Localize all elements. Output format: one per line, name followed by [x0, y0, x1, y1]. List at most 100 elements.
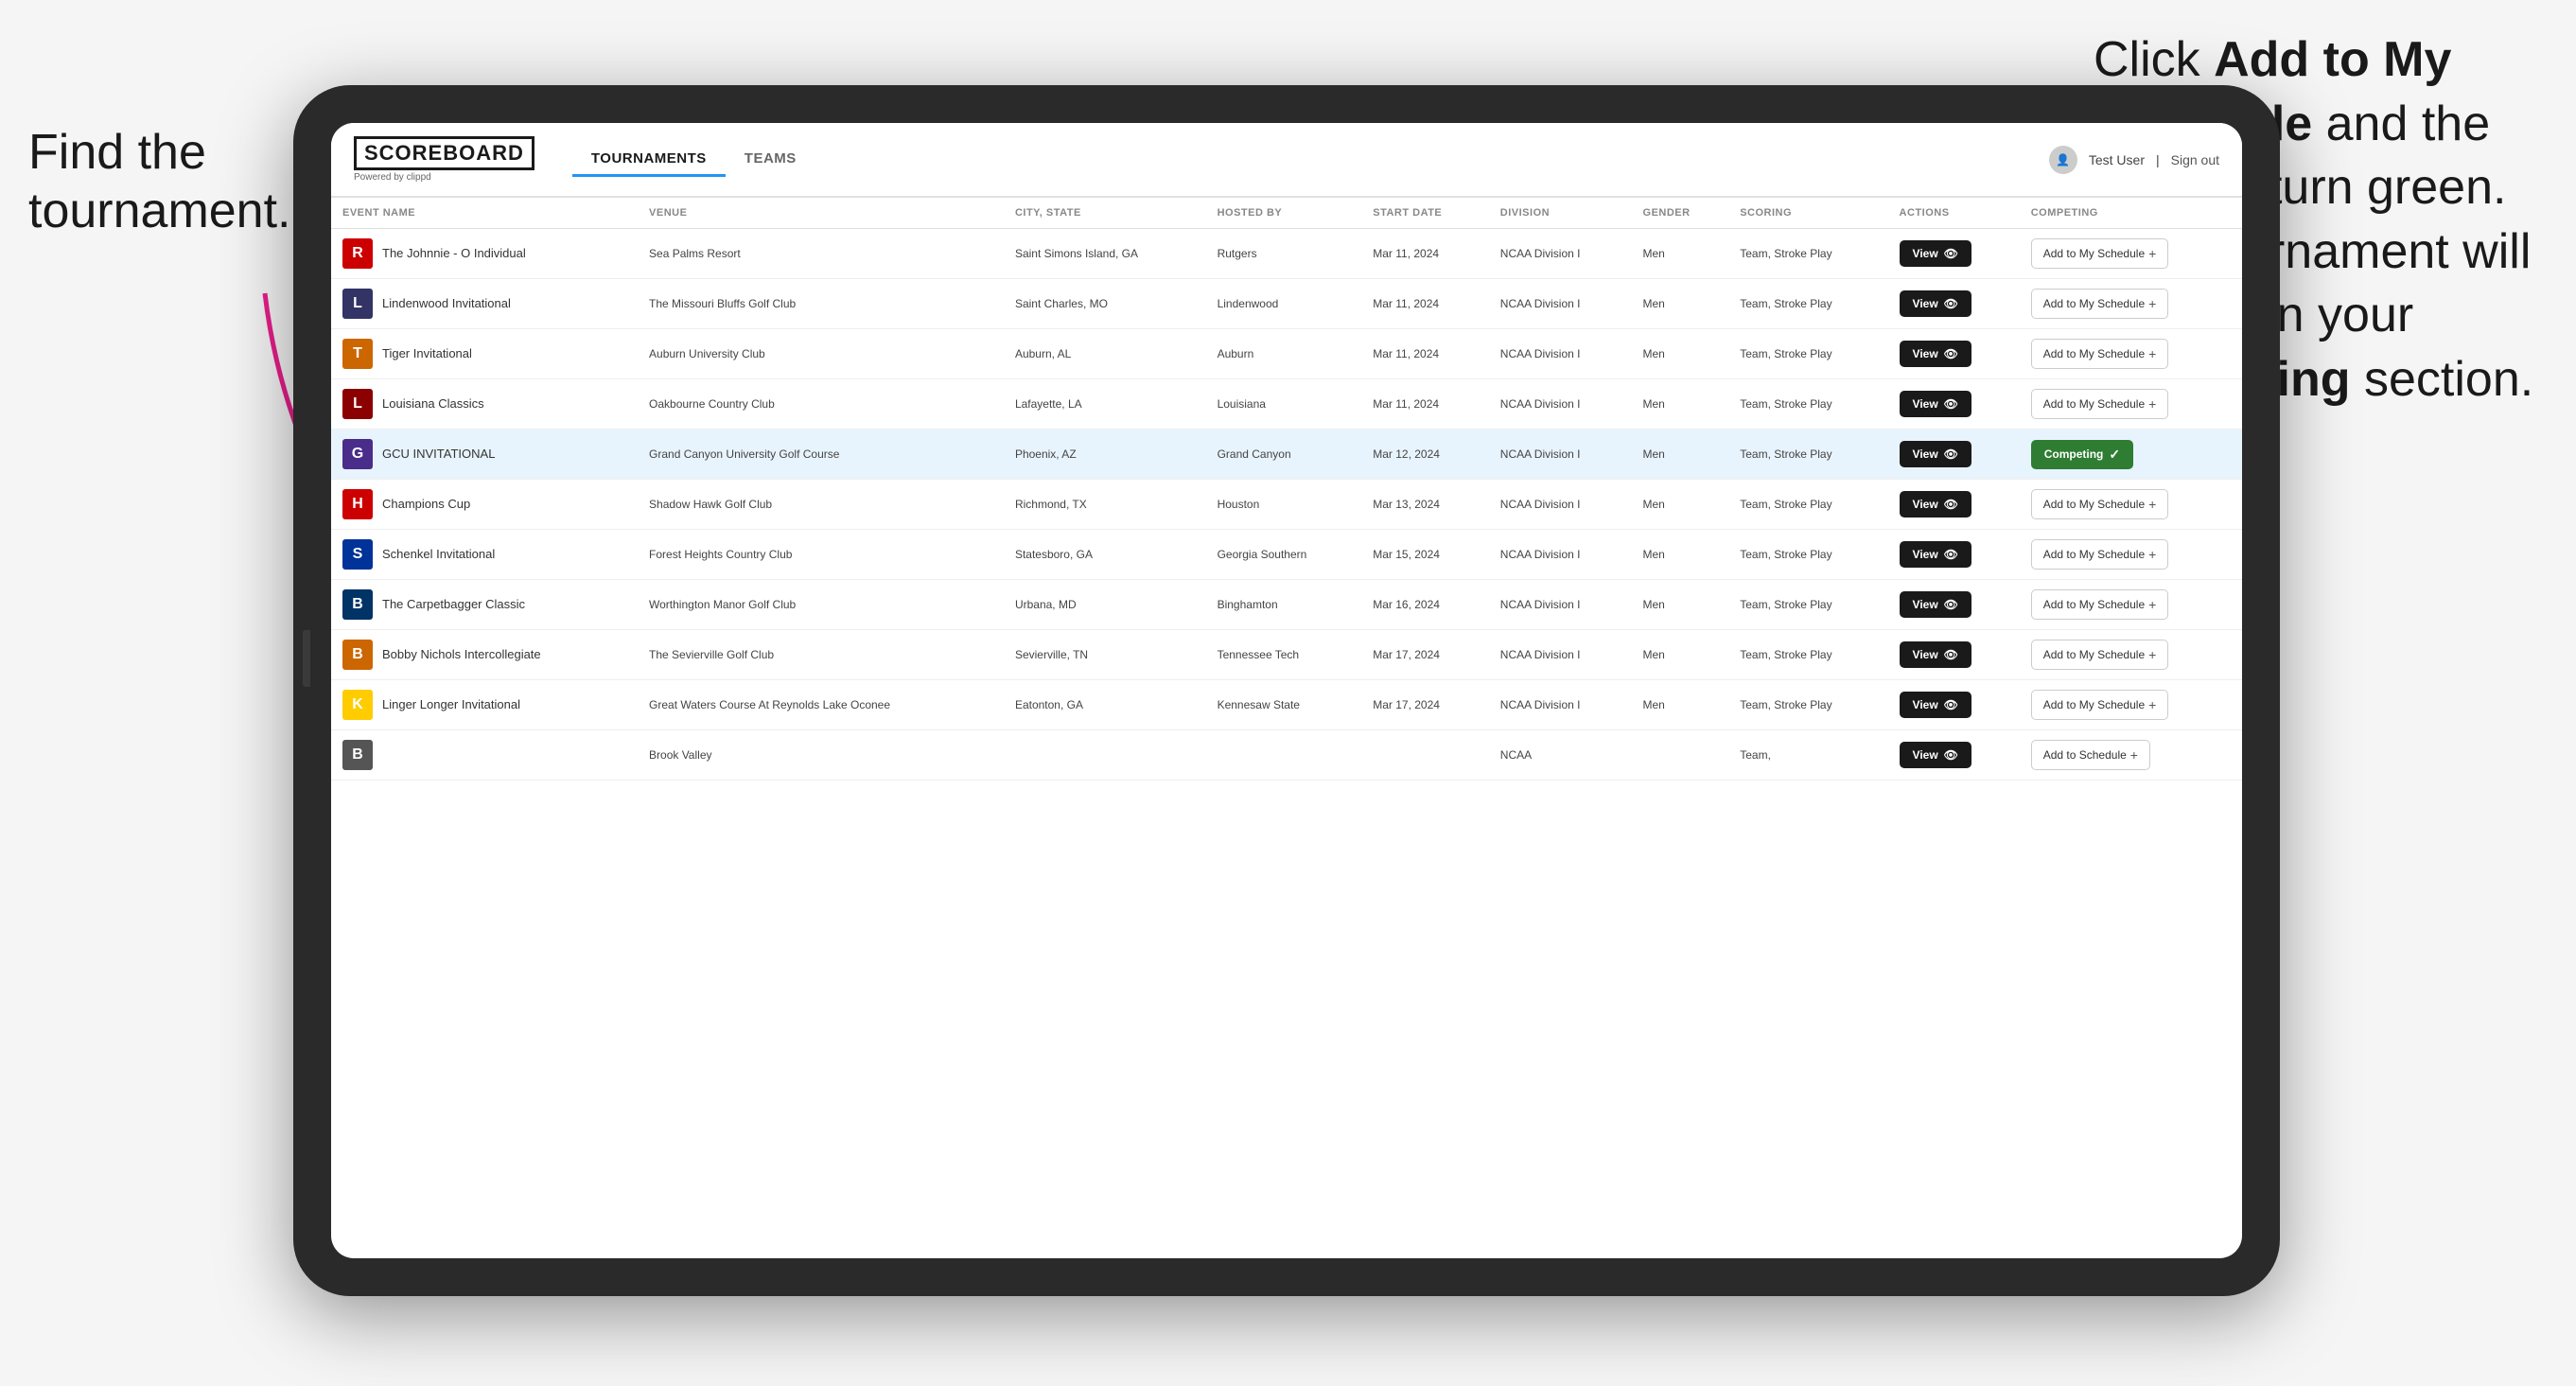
hosted-by: Louisiana: [1218, 397, 1266, 411]
division-cell: NCAA Division I: [1489, 480, 1632, 530]
view-label: View: [1913, 648, 1938, 661]
start-date: Mar 11, 2024: [1373, 397, 1439, 411]
col-event-name: EVENT NAME: [331, 198, 638, 229]
view-button[interactable]: View 👁: [1900, 591, 1971, 618]
separator: |: [2156, 152, 2160, 167]
left-annotation: Find the tournament.: [28, 123, 291, 241]
start-date-cell: Mar 11, 2024: [1361, 229, 1489, 279]
event-name-cell: S Schenkel Invitational: [331, 530, 638, 580]
table-row: L Lindenwood Invitational The Missouri B…: [331, 279, 2242, 329]
start-date-cell: Mar 17, 2024: [1361, 680, 1489, 730]
gender: Men: [1643, 247, 1665, 260]
eye-icon: 👁: [1944, 548, 1958, 561]
view-button[interactable]: View 👁: [1900, 692, 1971, 718]
scoring-cell: Team, Stroke Play: [1728, 329, 1887, 379]
start-date: Mar 12, 2024: [1373, 447, 1440, 461]
event-name: Louisiana Classics: [382, 396, 484, 412]
event-name-cell: B: [331, 730, 638, 781]
add-schedule-button[interactable]: Add to Schedule +: [2031, 740, 2150, 770]
venue-text: The Sevierville Golf Club: [649, 648, 774, 661]
view-button[interactable]: View 👁: [1900, 290, 1971, 317]
add-schedule-button[interactable]: Add to My Schedule +: [2031, 339, 2169, 369]
table-body: R The Johnnie - O Individual Sea Palms R…: [331, 229, 2242, 781]
competing-cell: Add to My Schedule +: [2020, 229, 2242, 279]
venue-text: Worthington Manor Golf Club: [649, 598, 796, 611]
add-schedule-button[interactable]: Add to My Schedule +: [2031, 238, 2169, 269]
actions-cell: View 👁: [1888, 379, 2020, 430]
scoring-cell: Team, Stroke Play: [1728, 430, 1887, 480]
event-name-cell: H Champions Cup: [331, 480, 638, 530]
start-date: Mar 11, 2024: [1373, 247, 1439, 260]
eye-icon: 👁: [1944, 247, 1958, 260]
eye-icon: 👁: [1944, 347, 1958, 360]
gender-cell: Men: [1632, 580, 1729, 630]
view-button[interactable]: View 👁: [1900, 341, 1971, 367]
division-cell: NCAA Division I: [1489, 430, 1632, 480]
table-row: H Champions Cup Shadow Hawk Golf ClubRic…: [331, 480, 2242, 530]
logo-sub: Powered by clippd: [354, 172, 534, 183]
tab-tournaments[interactable]: TOURNAMENTS: [572, 143, 726, 177]
sign-out-link[interactable]: Sign out: [2171, 152, 2219, 167]
view-label: View: [1913, 297, 1938, 310]
view-button[interactable]: View 👁: [1900, 491, 1971, 518]
division: NCAA Division I: [1500, 598, 1581, 611]
scoring: Team, Stroke Play: [1740, 447, 1831, 461]
hosted-by-cell: Houston: [1206, 480, 1362, 530]
add-schedule-button[interactable]: Add to My Schedule +: [2031, 539, 2169, 570]
view-button[interactable]: View 👁: [1900, 441, 1971, 467]
hosted-by: Georgia Southern: [1218, 548, 1307, 561]
add-schedule-button[interactable]: Add to My Schedule +: [2031, 589, 2169, 620]
eye-icon: 👁: [1944, 447, 1958, 461]
add-schedule-button[interactable]: Add to My Schedule +: [2031, 690, 2169, 720]
view-button[interactable]: View 👁: [1900, 391, 1971, 417]
scoring: Team,: [1740, 748, 1771, 762]
view-label: View: [1913, 347, 1938, 360]
tab-teams[interactable]: TEAMS: [726, 143, 815, 177]
view-button[interactable]: View 👁: [1900, 641, 1971, 668]
start-date-cell: Mar 17, 2024: [1361, 630, 1489, 680]
team-logo: B: [342, 740, 373, 770]
scoring: Team, Stroke Play: [1740, 548, 1831, 561]
venue-cell: Great Waters Course At Reynolds Lake Oco…: [638, 680, 1004, 730]
division: NCAA Division I: [1500, 648, 1581, 661]
venue-text: Great Waters Course At Reynolds Lake Oco…: [649, 698, 890, 711]
scoring: Team, Stroke Play: [1740, 247, 1831, 260]
hosted-by: Rutgers: [1218, 247, 1257, 260]
event-name: Champions Cup: [382, 497, 470, 513]
venue-cell: Worthington Manor Golf Club: [638, 580, 1004, 630]
col-division: DIVISION: [1489, 198, 1632, 229]
add-schedule-button[interactable]: Add to My Schedule +: [2031, 389, 2169, 419]
event-name: Bobby Nichols Intercollegiate: [382, 647, 541, 663]
city-state: Urbana, MD: [1015, 598, 1077, 611]
actions-cell: View 👁: [1888, 329, 2020, 379]
plus-icon: +: [2148, 597, 2156, 612]
competing-cell: Add to Schedule +: [2020, 730, 2242, 781]
scoring-cell: Team, Stroke Play: [1728, 680, 1887, 730]
city-state-cell: Eatonton, GA: [1004, 680, 1206, 730]
view-button[interactable]: View 👁: [1900, 742, 1971, 768]
view-button[interactable]: View 👁: [1900, 240, 1971, 267]
gender: Men: [1643, 447, 1665, 461]
add-schedule-button[interactable]: Add to My Schedule +: [2031, 289, 2169, 319]
view-button[interactable]: View 👁: [1900, 541, 1971, 568]
competing-button[interactable]: Competing ✓: [2031, 440, 2133, 469]
hosted-by: Tennessee Tech: [1218, 648, 1300, 661]
city-state-cell: Richmond, TX: [1004, 480, 1206, 530]
table-row: T Tiger Invitational Auburn University C…: [331, 329, 2242, 379]
add-schedule-button[interactable]: Add to My Schedule +: [2031, 640, 2169, 670]
nav-tabs: TOURNAMENTS TEAMS: [572, 143, 815, 177]
scoring: Team, Stroke Play: [1740, 648, 1831, 661]
venue-text: Grand Canyon University Golf Course: [649, 447, 839, 461]
scoring-cell: Team, Stroke Play: [1728, 229, 1887, 279]
gender-cell: Men: [1632, 480, 1729, 530]
gender-cell: Men: [1632, 680, 1729, 730]
city-state: Richmond, TX: [1015, 498, 1087, 511]
table-row: B Brook ValleyNCAATeam, View 👁 Add to Sc…: [331, 730, 2242, 781]
add-schedule-button[interactable]: Add to My Schedule +: [2031, 489, 2169, 519]
gender: Men: [1643, 498, 1665, 511]
tournaments-table: EVENT NAME VENUE CITY, STATE HOSTED BY S…: [331, 198, 2242, 781]
add-schedule-label: Add to My Schedule: [2043, 648, 2145, 661]
start-date-cell: Mar 15, 2024: [1361, 530, 1489, 580]
event-name-cell: L Lindenwood Invitational: [331, 279, 638, 329]
scoring: Team, Stroke Play: [1740, 598, 1831, 611]
